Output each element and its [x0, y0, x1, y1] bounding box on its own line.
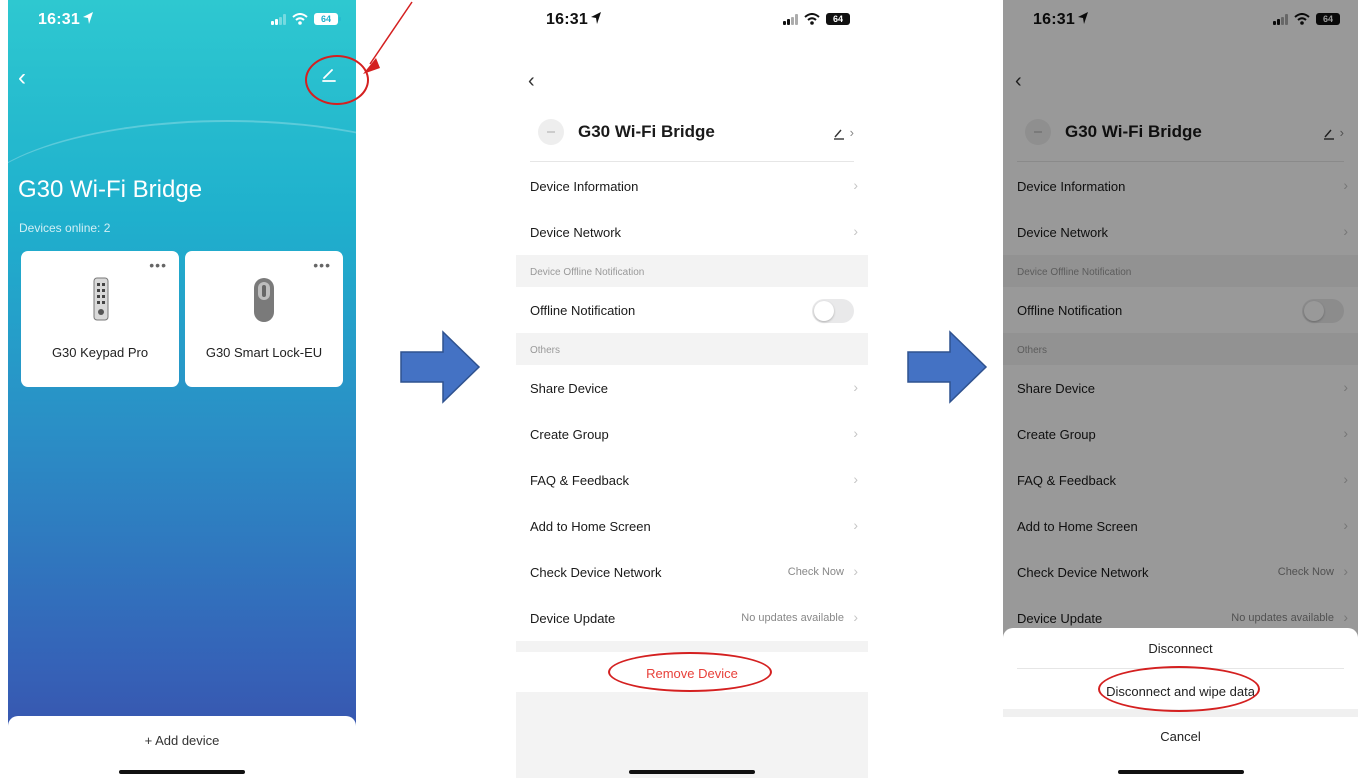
row-label: Device Update	[530, 611, 616, 626]
flow-arrow-1	[400, 330, 481, 404]
screen-bridge-overview: 16:31 64 ‹ G30 Wi-Fi Bridge Devices onli…	[8, 0, 356, 778]
row-label: Offline Notification	[530, 303, 636, 318]
row-label: Add to Home Screen	[530, 519, 651, 534]
battery-icon: 64	[826, 13, 853, 25]
row-device-network[interactable]: Device Network ›	[516, 209, 868, 255]
spacer	[516, 692, 868, 778]
row-label: Create Group	[530, 427, 609, 442]
flow-arrow-2	[907, 330, 988, 404]
spacer	[516, 641, 868, 652]
home-indicator	[629, 770, 755, 774]
location-arrow-icon	[82, 11, 94, 30]
offline-notification-toggle[interactable]	[812, 299, 854, 323]
chevron-right-icon: ›	[853, 563, 858, 579]
device-header[interactable]: G30 Wi-Fi Bridge ›	[516, 110, 868, 162]
row-device-information[interactable]: Device Information ›	[516, 163, 868, 209]
wifi-icon	[804, 13, 820, 25]
row-offline-notification: Offline Notification	[516, 287, 868, 333]
add-device-button[interactable]: + Add device	[8, 733, 356, 748]
smart-lock-device-image	[254, 278, 274, 322]
edit-pencil-icon[interactable]: ›	[832, 125, 854, 141]
status-time: 16:31	[38, 11, 80, 28]
section-offline-notification: Device Offline Notification	[516, 255, 868, 287]
battery-level: 64	[320, 14, 331, 24]
back-chevron-icon[interactable]: ‹	[18, 64, 26, 92]
row-label: Device Network	[530, 225, 622, 240]
row-check-device-network[interactable]: Check Device Network Check Now ›	[516, 549, 868, 595]
add-device-sheet: + Add device	[8, 716, 356, 778]
row-label: Share Device	[530, 381, 609, 396]
row-label: Device Information	[530, 179, 639, 194]
signal-icon	[783, 13, 798, 25]
row-add-home-screen[interactable]: Add to Home Screen ›	[516, 503, 868, 549]
row-value: No updates available	[741, 612, 844, 624]
back-chevron-icon[interactable]: ‹	[528, 70, 535, 93]
location-arrow-icon	[590, 11, 602, 30]
status-bar: 16:31 64	[8, 0, 356, 40]
status-bar: 16:31 64	[516, 0, 868, 40]
page-title: G30 Wi-Fi Bridge	[18, 176, 203, 203]
keypad-device-image	[93, 277, 109, 321]
signal-icon	[271, 13, 286, 25]
device-card-name: G30 Keypad Pro	[51, 345, 149, 360]
row-device-update[interactable]: Device Update No updates available ›	[516, 595, 868, 641]
row-label: FAQ & Feedback	[530, 473, 629, 488]
annotation-pointer-arrow	[363, 1, 413, 74]
device-card-name: G30 Smart Lock-EU	[205, 345, 323, 360]
section-label: Device Offline Notification	[530, 267, 645, 278]
more-dots-icon[interactable]: •••	[149, 257, 167, 273]
chevron-right-icon: ›	[853, 379, 858, 395]
home-indicator	[1117, 770, 1244, 774]
row-label: Check Device Network	[530, 565, 662, 580]
chevron-right-icon: ›	[853, 517, 858, 533]
annotation-circle-edit	[305, 55, 369, 105]
screen-remove-device-sheet: 16:31 64 ‹ G30 Wi-Fi Bridge › Device Inf…	[1003, 0, 1358, 778]
row-create-group[interactable]: Create Group ›	[516, 411, 868, 457]
divider	[530, 161, 854, 162]
battery-icon: 64	[314, 13, 341, 25]
device-card-smart-lock[interactable]: ••• G30 Smart Lock-EU	[185, 251, 343, 387]
device-avatar	[538, 119, 564, 145]
battery-level: 64	[832, 14, 843, 24]
status-time: 16:31	[546, 11, 588, 28]
disconnect-option[interactable]: Disconnect	[1003, 641, 1358, 656]
annotation-circle-remove	[608, 652, 772, 692]
chevron-right-icon: ›	[853, 223, 858, 239]
row-faq-feedback[interactable]: FAQ & Feedback ›	[516, 457, 868, 503]
cancel-option[interactable]: Cancel	[1003, 729, 1358, 744]
row-share-device[interactable]: Share Device ›	[516, 365, 868, 411]
chevron-right-icon: ›	[853, 177, 858, 193]
chevron-right-icon: ›	[853, 471, 858, 487]
section-label: Others	[530, 345, 561, 356]
section-others: Others	[516, 333, 868, 365]
annotation-circle-wipe	[1098, 666, 1260, 712]
row-value: Check Now	[787, 566, 844, 578]
wifi-icon	[292, 13, 308, 25]
device-name: G30 Wi-Fi Bridge	[578, 122, 715, 141]
home-indicator	[119, 770, 245, 774]
chevron-right-icon: ›	[853, 609, 858, 625]
more-dots-icon[interactable]: •••	[313, 257, 331, 273]
chevron-right-icon: ›	[853, 425, 858, 441]
device-card-keypad[interactable]: ••• G30 Keypad Pro	[21, 251, 179, 387]
devices-online-count: Devices online: 2	[19, 221, 111, 235]
